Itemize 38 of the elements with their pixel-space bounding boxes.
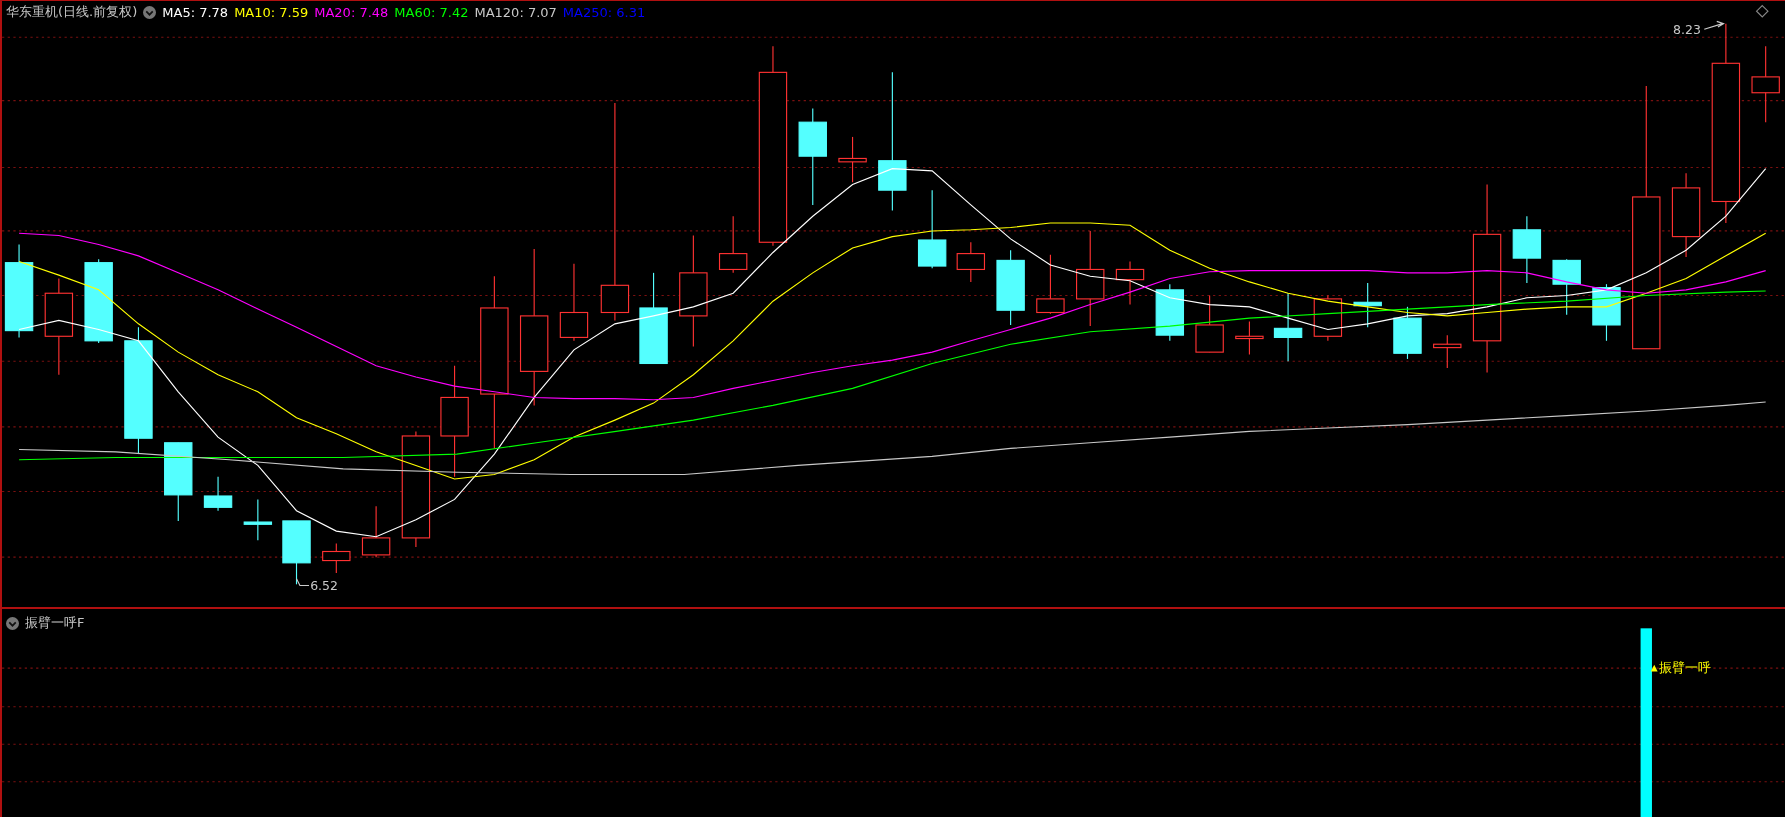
candlestick: [1036, 254, 1065, 315]
candlestick: [718, 215, 748, 274]
candlestick: [282, 520, 311, 585]
candlestick: [203, 476, 233, 512]
indicator-value: MA250: 6.31: [562, 4, 646, 20]
candlestick: [838, 136, 867, 183]
high-price-label: 8.23: [1673, 21, 1701, 37]
indicator-value: MA120: 7.07: [474, 4, 557, 20]
candlestick: [1393, 306, 1422, 360]
candlestick: [1552, 258, 1581, 316]
candlestick: [1313, 294, 1343, 342]
indicator-value: MA20: 7.48: [314, 4, 389, 20]
leader-line: [295, 578, 310, 587]
candlestick: [1195, 294, 1224, 353]
candlestick: [243, 498, 273, 541]
indicator-title: 振臂一呼F: [25, 614, 85, 632]
candlestick: [956, 241, 986, 283]
signal-label: 振臂一呼: [1658, 659, 1711, 675]
candlestick: [322, 543, 351, 574]
candlestick: [1433, 334, 1462, 369]
candlestick: [1512, 215, 1542, 284]
candlestick: [1235, 321, 1264, 355]
candlestick: [1155, 283, 1185, 342]
chevron-down-icon[interactable]: [6, 616, 19, 630]
indicator-value: MA10: 7.59: [234, 4, 309, 20]
candlestick: [1273, 292, 1303, 362]
triangle-icon: [1650, 664, 1658, 672]
candlestick: [361, 505, 391, 558]
leader-line: [1703, 20, 1725, 30]
chevron-down-icon[interactable]: [143, 5, 157, 19]
chart-title: 华东重机(日线.前复权): [6, 3, 138, 21]
indicator-value: MA60: 7.42: [394, 4, 469, 20]
indicator-value: MA5: 7.78: [162, 4, 229, 20]
diamond-icon[interactable]: [1755, 4, 1769, 18]
candlestick: [1353, 282, 1382, 328]
candlestick: [1115, 260, 1145, 306]
candlestick: [1592, 283, 1621, 342]
low-price-label: 6.52: [310, 578, 338, 593]
